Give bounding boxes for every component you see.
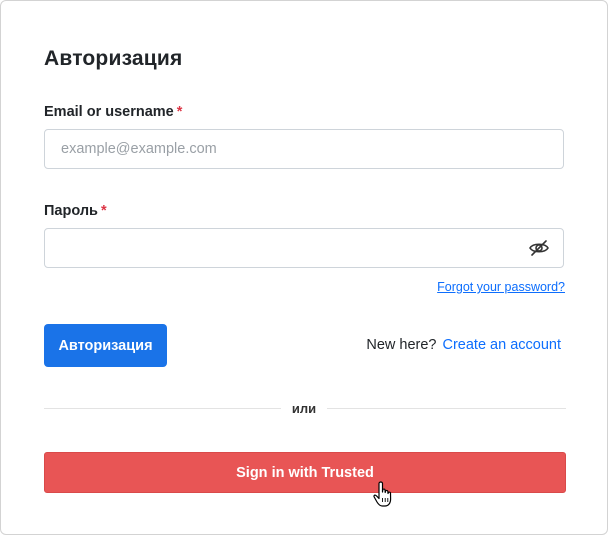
signup-prompt: New here? Create an account bbox=[366, 337, 561, 353]
login-button[interactable]: Авторизация bbox=[44, 324, 167, 367]
sign-in-trusted-button[interactable]: Sign in with Trusted bbox=[44, 452, 566, 493]
eye-slash-icon[interactable] bbox=[528, 238, 550, 258]
create-account-link[interactable]: Create an account bbox=[443, 337, 562, 353]
new-here-text: New here? bbox=[366, 337, 437, 353]
page-title: Авторизация bbox=[44, 47, 183, 70]
forgot-password-link[interactable]: Forgot your password? bbox=[437, 280, 565, 294]
email-required-mark: * bbox=[176, 104, 183, 120]
password-label-text: Пароль bbox=[44, 203, 98, 219]
login-card: Авторизация Email or username* Пароль* F… bbox=[0, 0, 608, 535]
password-label: Пароль * bbox=[44, 203, 107, 219]
password-required-mark: * bbox=[100, 203, 107, 219]
password-input[interactable] bbox=[44, 228, 564, 268]
email-label-text: Email or username bbox=[44, 104, 174, 120]
email-label: Email or username * bbox=[44, 104, 182, 120]
email-input[interactable] bbox=[44, 129, 564, 169]
divider-text: или bbox=[281, 401, 327, 416]
